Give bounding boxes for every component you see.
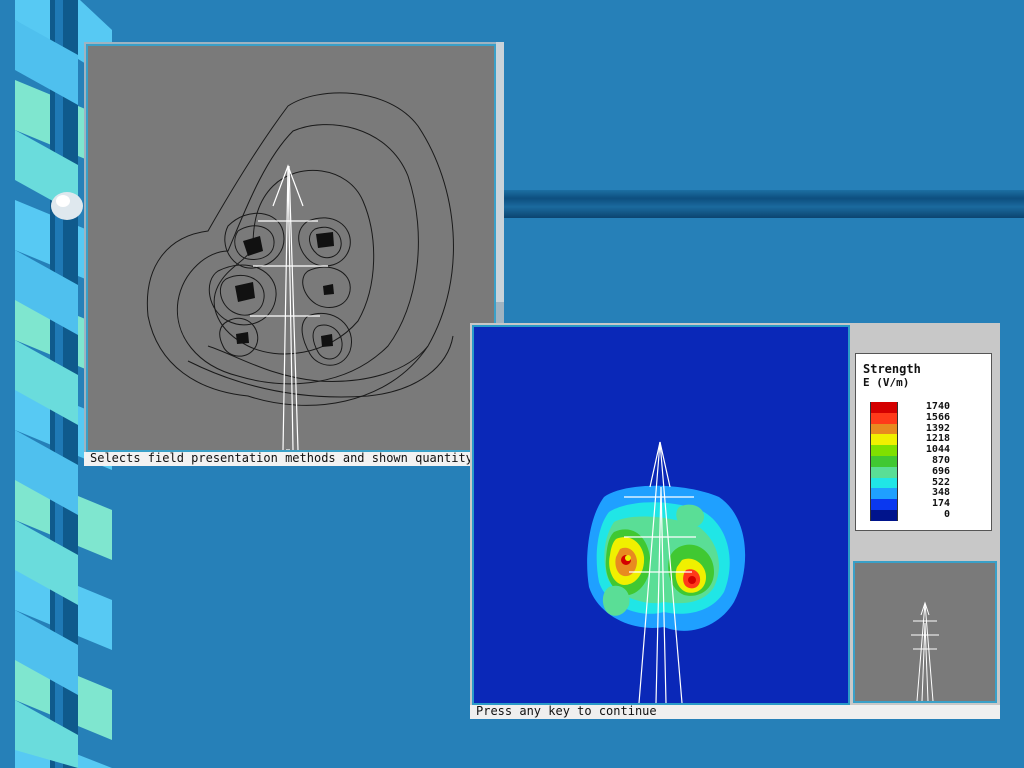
tower-thumbnail <box>853 561 997 703</box>
legend-value: 522 <box>931 476 950 488</box>
legend-value: 1218 <box>925 433 950 445</box>
status-bar: Selects field presentation methods and s… <box>84 452 504 466</box>
legend-value: 174 <box>931 498 950 510</box>
field-strength-plot <box>472 325 850 705</box>
legend-value: 696 <box>931 465 950 477</box>
legend-value: 348 <box>931 487 950 499</box>
window-edge <box>496 42 504 302</box>
field-strength-map <box>587 441 746 703</box>
field-strength-window: Strength E (V/m) 1740 1566 1392 1218 1044 870… <box>470 323 1000 719</box>
legend-value: 870 <box>931 455 950 466</box>
legend-value: 1044 <box>925 444 950 456</box>
field-blob <box>587 485 746 631</box>
legend-row: 0 <box>870 509 980 521</box>
tower-outline-2 <box>624 441 696 703</box>
color-legend: Strength E (V/m) 1740 1566 1392 1218 1044 870… <box>855 353 992 531</box>
legend-unit: E (V/m) <box>863 376 910 389</box>
thumbnail-tower <box>911 601 939 702</box>
legend-value: 0 <box>943 509 950 520</box>
legend-value: 1392 <box>925 422 950 434</box>
legend-title: Strength <box>863 362 921 376</box>
contour-window: Selects field presentation methods and s… <box>84 42 504 466</box>
contour-lines <box>146 92 454 451</box>
tower-outline <box>250 164 328 451</box>
status-bar-2: Press any key to continue <box>470 705 1000 719</box>
legend-value: 1566 <box>925 411 950 423</box>
horizontal-bar <box>495 190 1024 218</box>
legend-value: 1740 <box>925 401 950 412</box>
contour-plot <box>86 44 496 452</box>
